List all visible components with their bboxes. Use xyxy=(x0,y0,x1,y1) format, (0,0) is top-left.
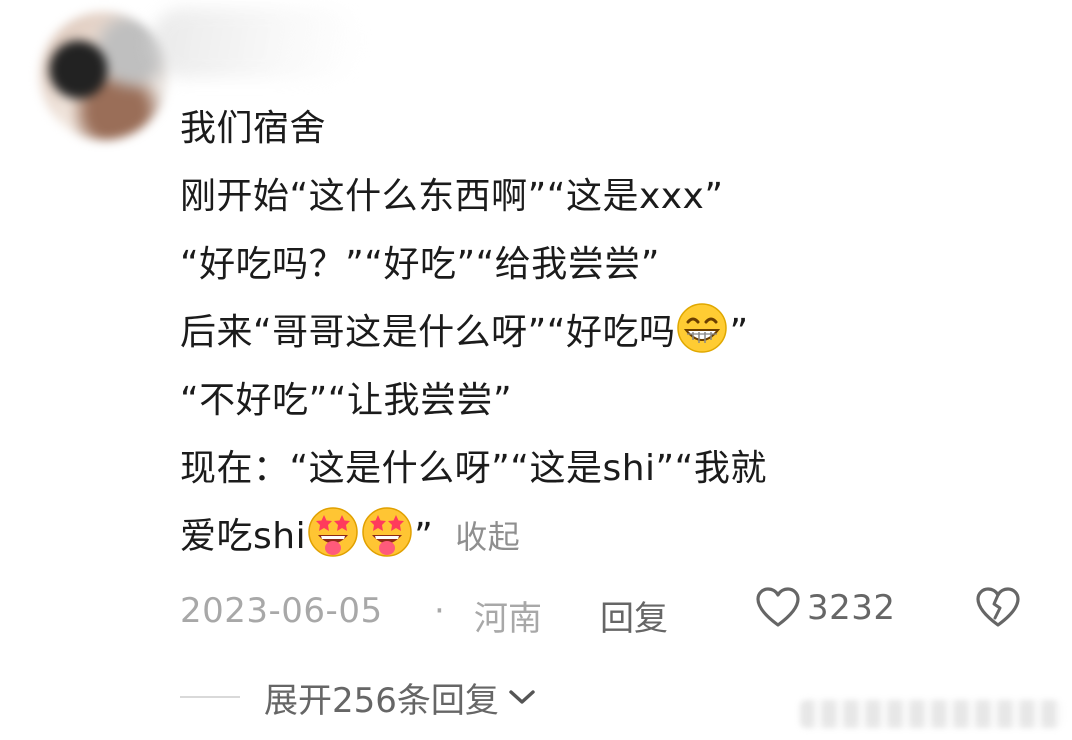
reply-button[interactable]: 回复 xyxy=(600,591,668,640)
comment-line-7: 爱吃shi ” 收起 xyxy=(180,503,1040,571)
expand-replies-row: 展开256条回复 xyxy=(180,672,537,722)
like-count: 3232 xyxy=(807,588,896,628)
divider-line xyxy=(180,696,240,698)
collapse-link[interactable]: 收起 xyxy=(455,518,520,556)
expand-replies-button[interactable]: 展开256条回复 xyxy=(264,673,537,722)
comment-line-4-tail: ” xyxy=(729,312,749,353)
comment-date: 2023-06-05 xyxy=(180,591,383,631)
avatar[interactable] xyxy=(40,12,168,140)
meta-separator: · xyxy=(434,591,445,631)
comment-meta: 2023-06-05 · 河南 回复 3232 xyxy=(180,585,1040,639)
grinning-face-icon xyxy=(677,303,728,353)
broken-heart-icon xyxy=(976,587,1020,627)
star-struck-face-icon xyxy=(362,507,412,557)
expand-replies-label: 展开256条回复 xyxy=(264,680,499,721)
comment-line-7-tail: ” xyxy=(414,516,434,557)
like-button[interactable]: 3232 xyxy=(755,587,896,629)
comment-line-4-text: 后来“哥哥这是什么呀”“好吃吗 xyxy=(180,312,676,353)
comment-location: 河南 xyxy=(474,599,542,639)
star-struck-face-icon xyxy=(308,507,358,557)
comment-line-1: 我们宿舍 xyxy=(180,108,327,149)
comment-line-3: “好吃吗？”“好吃”“给我尝尝” xyxy=(180,244,660,285)
comment-line-5: “不好吃”“让我尝尝” xyxy=(180,380,513,421)
watermark xyxy=(800,700,1062,728)
comment-line-4: 后来“哥哥这是什么呀”“好吃吗 ” xyxy=(180,299,1040,367)
comment-line-7-text: 爱吃shi xyxy=(180,516,307,557)
comment-line-2: 刚开始“这什么东西啊”“这是xxx” xyxy=(180,176,724,217)
dislike-button[interactable] xyxy=(975,587,1021,638)
comment-body: 我们宿舍 刚开始“这什么东西啊”“这是xxx” “好吃吗？”“好吃”“给我尝尝”… xyxy=(180,95,1040,571)
heart-icon xyxy=(756,587,800,627)
comment-line-6: 现在：“这是什么呀”“这是shi”“我就 xyxy=(180,448,767,489)
chevron-down-icon xyxy=(509,690,535,704)
blurred-username xyxy=(150,8,360,78)
